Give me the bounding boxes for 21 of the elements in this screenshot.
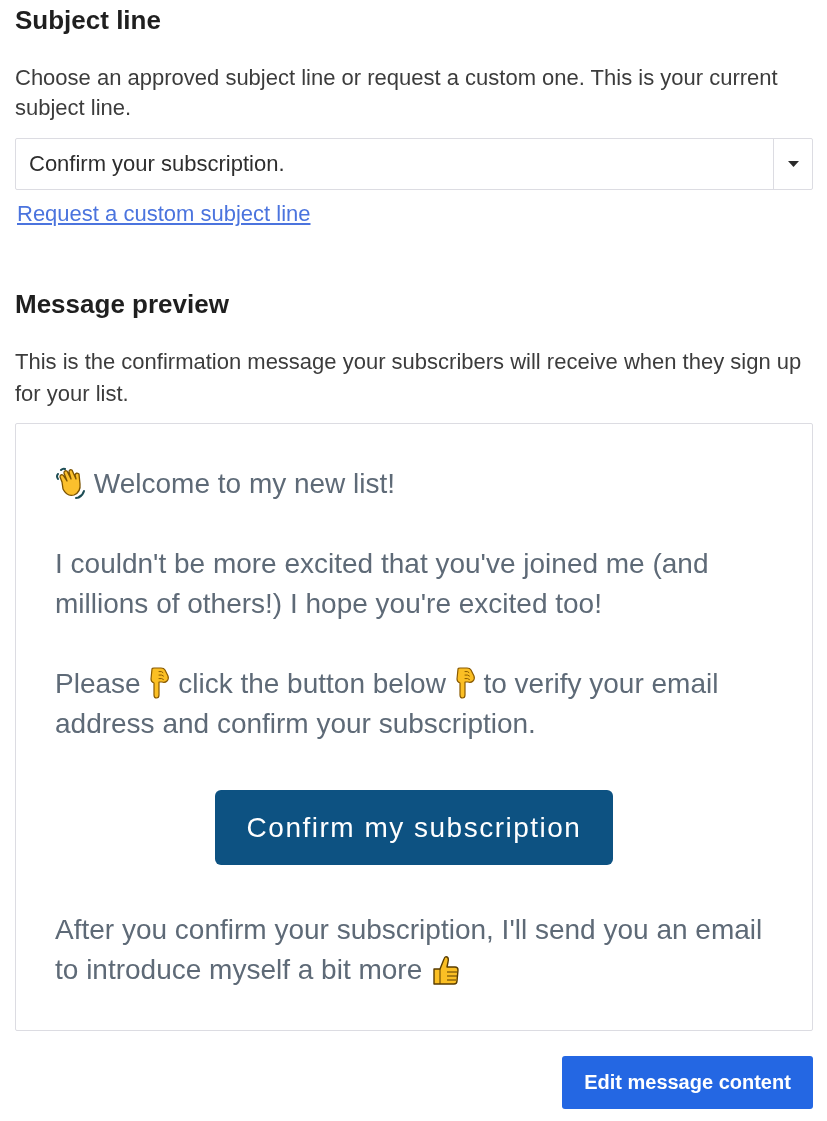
thumbs-up-icon xyxy=(430,955,461,985)
message-text: I couldn't be more excited that you've joined me (and millions of others!) I hope you're excited too! xyxy=(55,548,709,619)
section-heading: Subject line xyxy=(15,5,161,35)
pointing-down-icon xyxy=(453,667,476,699)
caret-icon xyxy=(787,161,799,167)
waving-hand-icon xyxy=(55,467,86,499)
custom-subject-link[interactable]: Request a custom subject line xyxy=(17,202,311,226)
message-text: click the button below xyxy=(178,668,446,699)
message-text: address and confirm your subscription. xyxy=(55,708,536,739)
subject-line-dropdown[interactable]: Confirm your subscription. xyxy=(15,138,813,190)
section-heading: Message preview xyxy=(15,289,229,319)
edit-message-button[interactable]: Edit message content xyxy=(562,1056,813,1109)
section-description: Choose an approved subject line or request a custom one. This is your current subject line. xyxy=(15,64,779,122)
message-text: Welcome to my new list! xyxy=(93,468,396,499)
section-description: This is the confirmation message your subscribers will receive when they sign up for your list. xyxy=(15,348,803,408)
message-text: After you confirm your subscription, I'll send you an email xyxy=(55,914,763,945)
pointing-down-icon xyxy=(148,667,171,699)
confirm-subscription-button[interactable]: Confirm my subscription xyxy=(215,790,613,865)
message-text: to introduce myself a bit more xyxy=(55,954,423,985)
message-text: to verify your email xyxy=(483,668,719,699)
message-text: Please xyxy=(55,668,141,699)
